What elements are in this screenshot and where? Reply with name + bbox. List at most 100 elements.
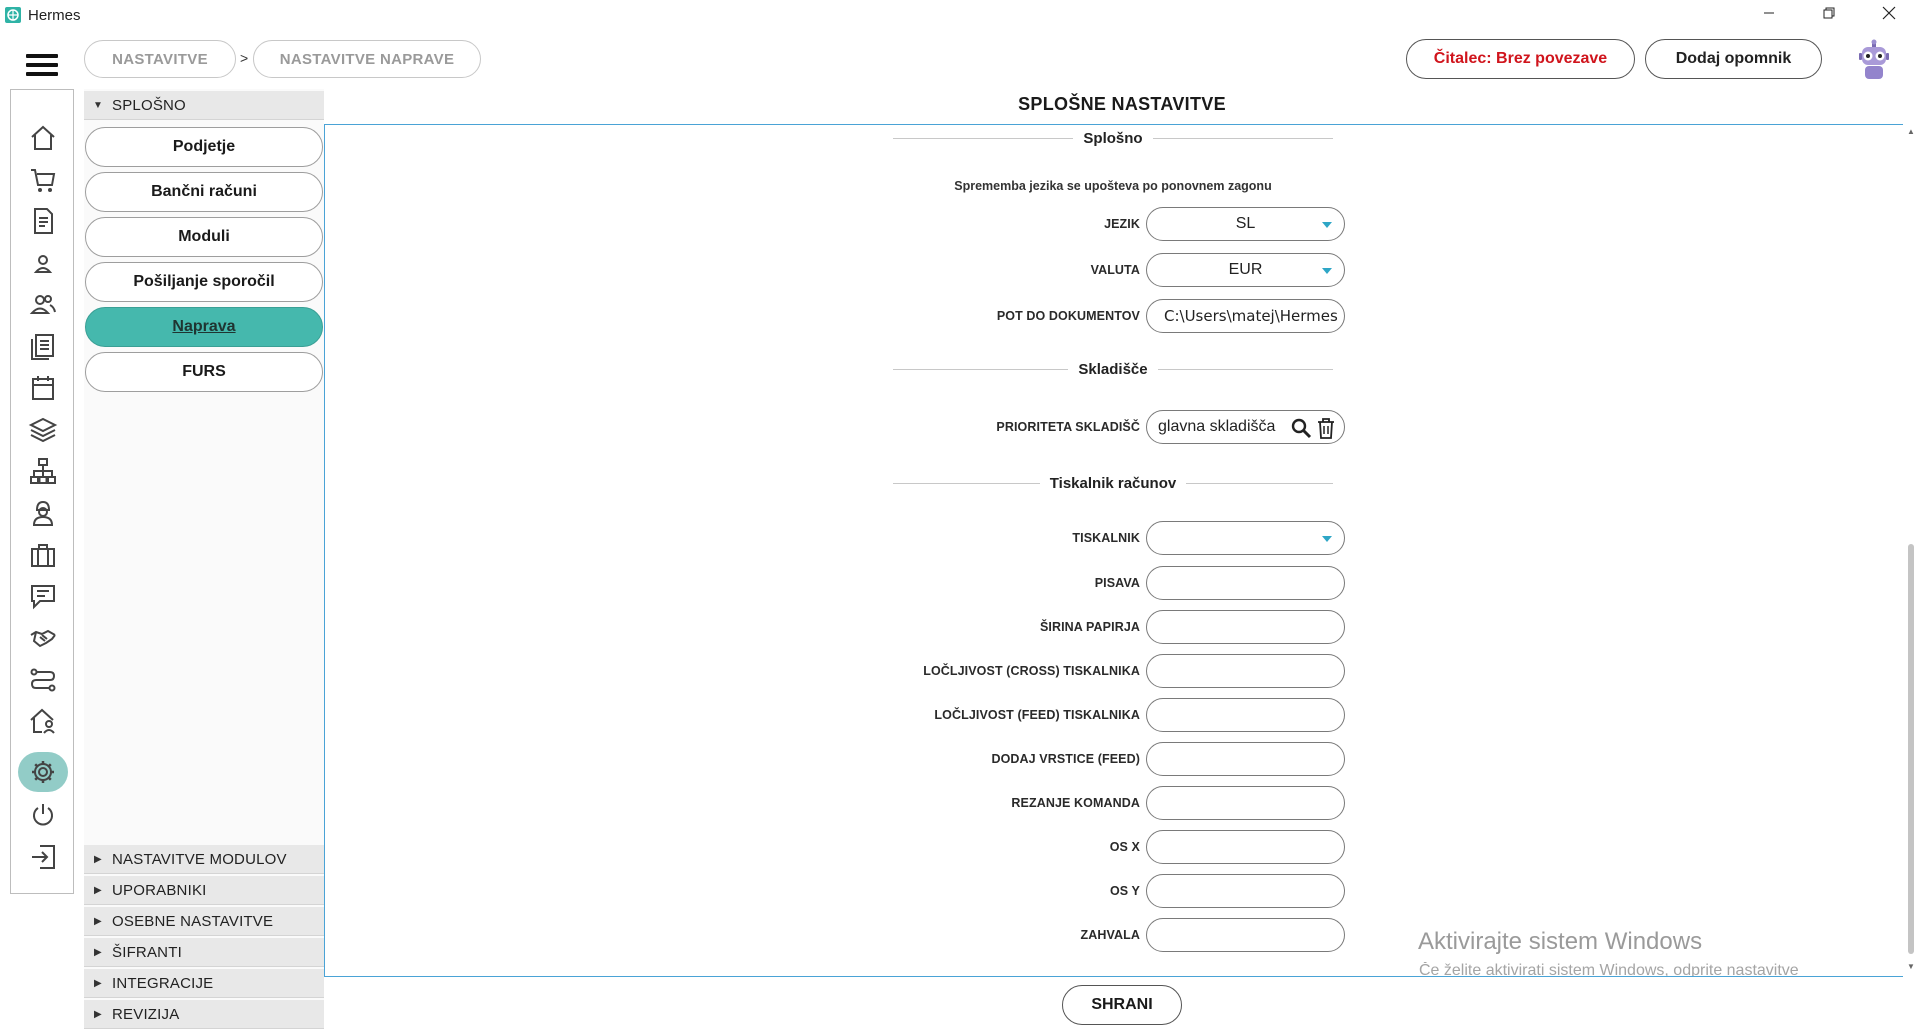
font-label: PISAVA xyxy=(1094,576,1140,590)
font-field[interactable] xyxy=(1146,566,1345,600)
thanks-field[interactable] xyxy=(1146,918,1345,952)
group-codelists[interactable]: ▶ ŠIFRANTI xyxy=(84,938,324,967)
add-reminder-button[interactable]: Dodaj opomnik xyxy=(1645,39,1822,79)
chevron-down-icon xyxy=(1322,222,1332,228)
warehouse-priority-value: glavna skladišča xyxy=(1158,418,1276,435)
group-label: UPORABNIKI xyxy=(112,881,207,899)
group-module-settings[interactable]: ▶ NASTAVITVE MODULOV xyxy=(84,845,324,874)
trash-icon[interactable] xyxy=(1316,417,1336,444)
axis-y-field[interactable] xyxy=(1146,874,1345,908)
window-title: Hermes xyxy=(28,7,81,24)
windows-activation-title: Aktivirajte sistem Windows xyxy=(1418,928,1703,955)
scroll-up-icon[interactable]: ▲ xyxy=(1906,127,1916,137)
group-label: ŠIFRANTI xyxy=(112,943,182,961)
group-label: NASTAVITVE MODULOV xyxy=(112,850,287,868)
worker-icon[interactable] xyxy=(24,497,62,529)
section-warehouse: Skladišče xyxy=(893,359,1333,379)
cut-command-field[interactable] xyxy=(1146,786,1345,820)
minimize-icon xyxy=(1763,6,1775,24)
docs-path-label: POT DO DOKUMENTOV xyxy=(996,309,1140,323)
sidebar-item-bank-accounts[interactable]: Bančni računi xyxy=(85,172,323,212)
logout-icon[interactable] xyxy=(24,841,62,873)
section-warehouse-title: Skladišče xyxy=(1078,360,1148,378)
language-value: SL xyxy=(1235,215,1256,232)
breadcrumb-settings[interactable]: NASTAVITVE xyxy=(84,40,236,78)
thanks-label: ZAHVALA xyxy=(1080,928,1140,942)
close-button[interactable] xyxy=(1866,0,1912,30)
home-icon[interactable] xyxy=(24,122,62,154)
document-icon[interactable] xyxy=(24,205,62,237)
minimize-button[interactable] xyxy=(1746,0,1792,30)
group-integrations[interactable]: ▶ INTEGRACIJE xyxy=(84,969,324,998)
calendar-icon[interactable] xyxy=(24,372,62,404)
feed-lines-field[interactable] xyxy=(1146,742,1345,776)
sidebar-item-device[interactable]: Naprava xyxy=(85,307,323,347)
layers-icon[interactable] xyxy=(24,414,62,446)
currency-select[interactable]: EUR xyxy=(1146,253,1345,287)
currency-label: VALUTA xyxy=(1090,263,1140,277)
navigation-rail xyxy=(10,89,74,894)
group-general[interactable]: ▼ SPLOŠNO xyxy=(84,91,324,120)
gear-icon[interactable] xyxy=(18,752,68,792)
cut-command-label: REZANJE KOMANDA xyxy=(1011,796,1140,810)
paper-width-label: ŠIRINA PAPIRJA xyxy=(1039,620,1140,634)
paper-width-field[interactable] xyxy=(1146,610,1345,644)
handshake-icon[interactable] xyxy=(24,622,62,654)
docs-path-value: C:\Users\matej\Hermes xyxy=(1164,307,1338,325)
language-select[interactable]: SL xyxy=(1146,207,1345,241)
house-person-icon[interactable] xyxy=(24,705,62,737)
hermes-app-icon xyxy=(4,6,22,24)
section-general-title: Splošno xyxy=(1083,129,1143,147)
breadcrumb-device-settings[interactable]: NASTAVITVE NAPRAVE xyxy=(253,40,481,78)
caret-right-icon: ▶ xyxy=(94,853,102,865)
printer-label: TISKALNIK xyxy=(1072,531,1140,545)
caret-right-icon: ▶ xyxy=(94,915,102,927)
title-bar: Hermes xyxy=(0,0,1919,30)
sidebar-item-messaging[interactable]: Pošiljanje sporočil xyxy=(85,262,323,302)
reader-status-button[interactable]: Čitalec: Brez povezave xyxy=(1406,39,1635,79)
caret-right-icon: ▶ xyxy=(94,946,102,958)
group-users[interactable]: ▶ UPORABNIKI xyxy=(84,876,324,905)
group-label: INTEGRACIJE xyxy=(112,974,214,992)
cross-resolution-field[interactable] xyxy=(1146,654,1345,688)
power-icon[interactable] xyxy=(24,799,62,831)
scrollbar-thumb[interactable] xyxy=(1908,544,1914,954)
sidebar-item-modules[interactable]: Moduli xyxy=(85,217,323,257)
chat-icon[interactable] xyxy=(24,580,62,612)
language-label: JEZIK xyxy=(1104,217,1140,231)
group-personal-settings[interactable]: ▶ OSEBNE NASTAVITVE xyxy=(84,907,324,936)
sidebar-item-furs[interactable]: FURS xyxy=(85,352,323,392)
vertical-scrollbar[interactable]: ▲ ▼ xyxy=(1903,124,1919,977)
user-icon[interactable] xyxy=(24,247,62,279)
printer-select[interactable] xyxy=(1146,521,1345,555)
group-general-label: SPLOŠNO xyxy=(112,96,186,114)
language-restart-note: Sprememba jezika se upošteva po ponovnem… xyxy=(954,179,1272,193)
routes-icon[interactable] xyxy=(24,664,62,696)
group-audit[interactable]: ▶ REVIZIJA xyxy=(84,1000,324,1029)
restore-button[interactable] xyxy=(1806,0,1852,30)
cart-icon[interactable] xyxy=(24,164,62,196)
caret-down-icon: ▼ xyxy=(92,99,104,111)
feed-resolution-field[interactable] xyxy=(1146,698,1345,732)
briefcase-icon[interactable] xyxy=(24,539,62,571)
warehouse-priority-field[interactable]: glavna skladišča xyxy=(1146,410,1345,444)
robot-avatar-icon[interactable] xyxy=(1851,38,1897,84)
docs-path-field[interactable]: C:\Users\matej\Hermes xyxy=(1146,299,1345,333)
list-icon[interactable] xyxy=(24,330,62,362)
search-icon[interactable] xyxy=(1290,417,1312,444)
axis-x-field[interactable] xyxy=(1146,830,1345,864)
warehouse-priority-label: PRIORITETA SKLADIŠČ xyxy=(996,420,1140,434)
breadcrumb-separator: > xyxy=(240,50,249,66)
axis-y-label: OS Y xyxy=(1109,884,1140,898)
currency-value: EUR xyxy=(1228,261,1263,278)
network-icon[interactable] xyxy=(24,455,62,487)
section-general: Splošno xyxy=(893,128,1334,148)
cross-resolution-label: LOČLJIVOST (CROSS) TISKALNIKA xyxy=(923,664,1140,678)
chevron-down-icon xyxy=(1322,536,1332,542)
save-button[interactable]: SHRANI xyxy=(1062,985,1182,1025)
hamburger-menu-icon[interactable] xyxy=(26,54,58,76)
page-title: SPLOŠNE NASTAVITVE xyxy=(1018,94,1226,114)
sidebar-item-company[interactable]: Podjetje xyxy=(85,127,323,167)
scroll-down-icon[interactable]: ▼ xyxy=(1906,962,1916,972)
users-icon[interactable] xyxy=(24,288,62,320)
